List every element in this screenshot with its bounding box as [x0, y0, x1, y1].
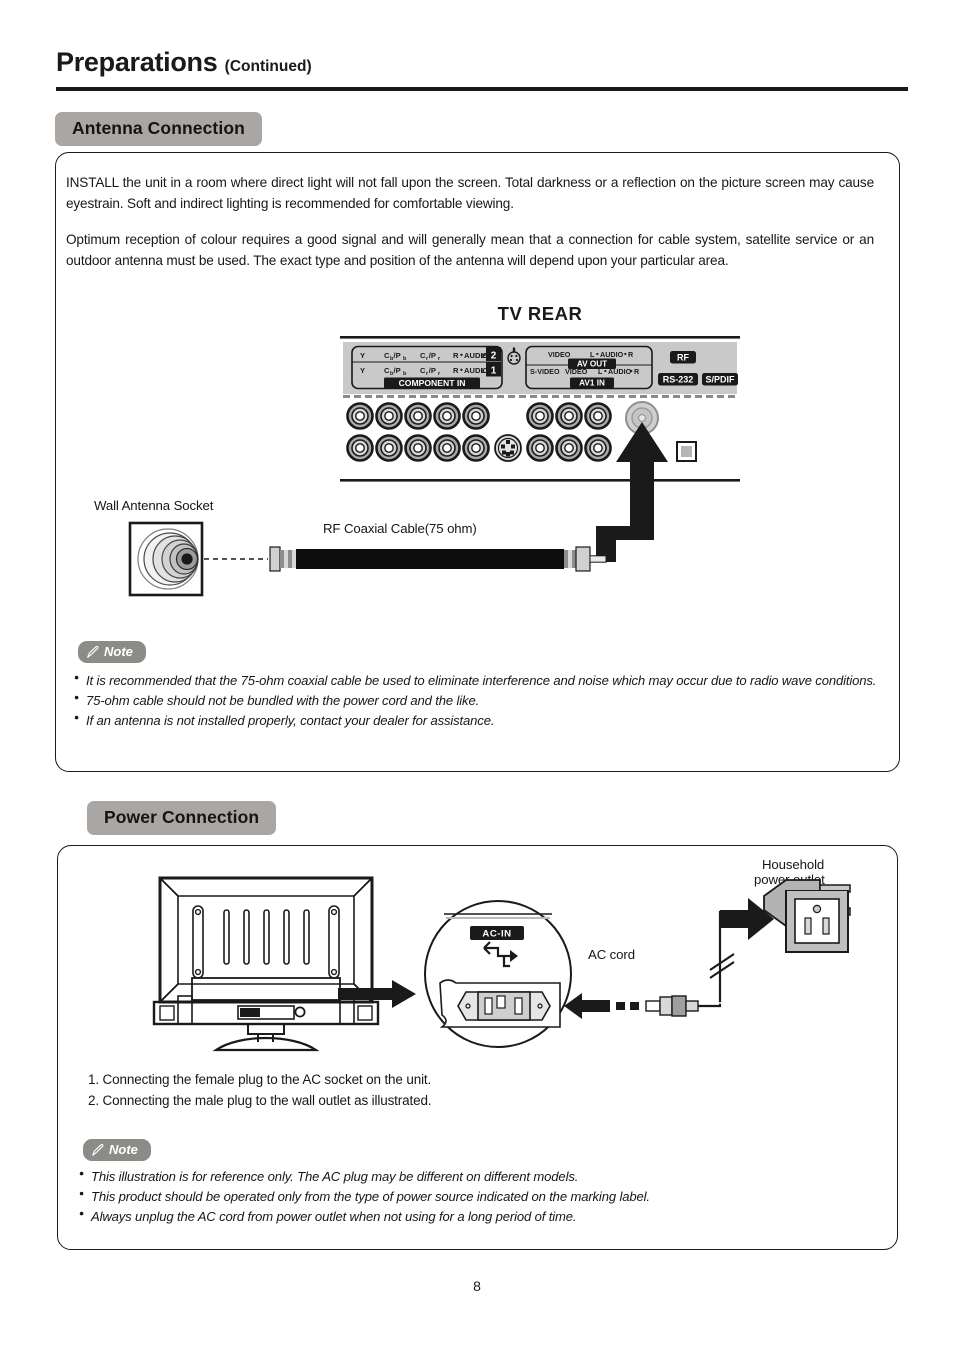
pencil-icon	[86, 645, 100, 659]
page-title: Preparations (Continued)	[56, 47, 908, 78]
svg-text:/P: /P	[394, 366, 401, 375]
power-steps-list: 1. Connecting the female plug to the AC …	[88, 1070, 432, 1112]
svg-text:R: R	[453, 351, 459, 360]
antenna-note-list: It is recommended that the 75-ohm coaxia…	[74, 671, 892, 732]
note-item: This product should be operated only fro…	[79, 1187, 869, 1207]
section-heading-power: Power Connection	[87, 801, 277, 835]
note-badge-label: Note	[109, 1142, 138, 1157]
note-item: It is recommended that the 75-ohm coaxia…	[74, 671, 892, 691]
svg-text:1: 1	[491, 366, 497, 377]
note-badge-label: Note	[104, 644, 133, 659]
svg-text:RF: RF	[677, 352, 689, 362]
page-title-continued: (Continued)	[224, 58, 312, 75]
svg-text:AV OUT: AV OUT	[577, 360, 607, 369]
page-header: Preparations (Continued)	[56, 47, 908, 78]
svg-text:Y: Y	[360, 366, 365, 375]
antenna-paragraph-1: INSTALL the unit in a room where direct …	[66, 175, 874, 212]
svg-text:AUDIO: AUDIO	[600, 350, 624, 359]
svg-text:/P: /P	[394, 351, 401, 360]
note-item: If an antenna is not installed properly,…	[74, 711, 892, 731]
svg-text:RS-232: RS-232	[663, 374, 694, 384]
note-item: 75-ohm cable should not be bundled with …	[74, 691, 892, 711]
note-badge-antenna: Note	[78, 641, 146, 663]
svg-text:•: •	[624, 350, 627, 359]
svg-text:AC-IN: AC-IN	[482, 929, 511, 940]
power-step: 1. Connecting the female plug to the AC …	[88, 1072, 432, 1087]
note-item: Always unplug the AC cord from power out…	[79, 1207, 869, 1227]
section-heading-antenna: Antenna Connection	[55, 112, 262, 146]
note-item: This illustration is for reference only.…	[79, 1167, 869, 1187]
svg-text:R: R	[453, 366, 459, 375]
svg-text:•: •	[596, 350, 599, 359]
svg-text:L: L	[481, 351, 486, 360]
svg-text:S/PDIF: S/PDIF	[705, 374, 735, 384]
svg-text:/P: /P	[429, 351, 436, 360]
svg-text:Y: Y	[360, 351, 365, 360]
power-step: 2. Connecting the male plug to the wall …	[88, 1092, 432, 1108]
pencil-icon	[91, 1143, 105, 1157]
household-outlet-graphic	[720, 889, 900, 980]
page-title-main: Preparations	[56, 47, 218, 77]
svg-text:•: •	[630, 367, 633, 376]
svg-text:•: •	[460, 351, 463, 360]
svg-text:AV1 IN: AV1 IN	[579, 379, 605, 388]
svg-text:R: R	[634, 367, 640, 376]
antenna-paragraph-2: Optimum reception of colour requires a g…	[66, 232, 874, 269]
wall-antenna-socket-label: Wall Antenna Socket	[94, 498, 214, 513]
svg-text:•: •	[460, 366, 463, 375]
note-badge-power: Note	[83, 1139, 151, 1161]
power-note-list: This illustration is for reference only.…	[79, 1167, 869, 1228]
svg-text:COMPONENT IN: COMPONENT IN	[399, 378, 466, 388]
svg-text:/P: /P	[429, 366, 436, 375]
svg-text:L: L	[481, 366, 486, 375]
svg-text:R: R	[628, 350, 634, 359]
title-divider	[56, 87, 908, 91]
svg-text:L: L	[590, 350, 595, 359]
tv-rear-label: TV REAR	[497, 303, 583, 324]
svg-text:2: 2	[491, 351, 497, 362]
svg-text:VIDEO: VIDEO	[548, 350, 571, 359]
page-number: 8	[473, 1278, 481, 1294]
svg-text:S-VIDEO: S-VIDEO	[530, 367, 560, 376]
antenna-cable-illustration	[120, 515, 660, 605]
